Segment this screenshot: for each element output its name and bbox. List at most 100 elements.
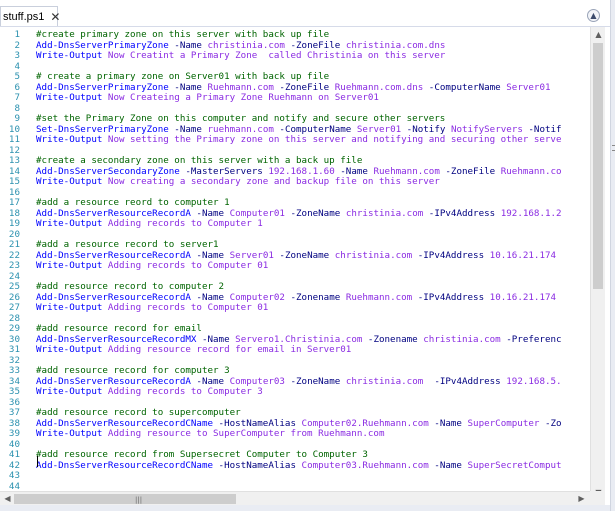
text-cursor — [37, 456, 38, 467]
code-token-text: Computer02 — [229, 291, 291, 303]
code-token-cmd: Write-Output — [36, 428, 108, 439]
code-text: Write-Output Now setting the Primary zon… — [36, 134, 562, 146]
code-token-text: Adding records to Computer 01 — [107, 260, 269, 271]
scroll-grip-icon: ||| — [135, 496, 143, 504]
code-token-cmd: Add-DnsServerResourceRecordCName — [36, 459, 219, 471]
code-token-text: Server01 — [506, 81, 551, 93]
code-token-text: christinia.com — [334, 249, 418, 261]
code-line[interactable]: 11 Write-Output Now setting the Primary z… — [0, 134, 589, 146]
code-token-comment: #add resource record for email — [36, 323, 202, 334]
code-token-param: -Zonename — [367, 333, 424, 345]
code-token-text: Server01 — [229, 249, 280, 261]
line-number: 43 — [8, 470, 20, 481]
code-text: Write-Output Adding records to Computer … — [36, 302, 269, 314]
right-pane-edge — [610, 0, 615, 511]
line-number: 39 — [8, 428, 20, 439]
code-token-param: -Name — [196, 375, 230, 387]
chevron-up-icon[interactable]: ▲ — [587, 9, 600, 22]
code-token-param: -Name — [196, 249, 230, 261]
code-token-cmd: Add-DnsServerResourceRecordA — [36, 207, 197, 219]
code-token-param: -ComputerName — [279, 123, 357, 135]
code-token-param: -Name — [174, 39, 208, 51]
code-token-param: -Zo — [544, 417, 562, 429]
code-token-param: -Notify — [406, 123, 451, 135]
code-token-param: -Zonename — [290, 291, 346, 303]
line-number: 44 — [8, 480, 20, 489]
vertical-scrollbar[interactable]: ▲ ▼ — [590, 27, 605, 500]
code-token-param: -Name — [174, 123, 208, 135]
code-token-param: -Name — [434, 459, 468, 471]
code-line[interactable]: 19 Write-Output Adding records to Compute… — [0, 218, 589, 230]
code-token-comment: #add a resource reord to computer 1 — [36, 197, 230, 208]
code-token-param: -IPv4Address — [417, 291, 490, 303]
line-number: 13 — [8, 155, 20, 166]
code-token-text: christinia.com.dns — [345, 39, 446, 51]
code-text: Write-Output Adding resource to SuperCom… — [36, 428, 385, 440]
code-line[interactable]: 43 — [0, 470, 589, 482]
code-token-text: Now Creatint a Primary Zone called Chris… — [107, 50, 446, 61]
scroll-up-icon[interactable]: ▲ — [591, 27, 606, 42]
code-token-param: -MasterServers — [185, 165, 269, 177]
script-editor[interactable]: 1 #create primary zone on this server wit… — [0, 27, 589, 489]
code-token-param: -IPv4Address — [434, 375, 507, 387]
code-line[interactable]: 7 Write-Output Now Createing a Primary Zo… — [0, 92, 589, 104]
code-line[interactable]: 35 Write-Output Adding records to Compute… — [0, 386, 589, 398]
code-line[interactable]: 31 Write-Output Adding resource record fo… — [0, 344, 589, 356]
horizontal-scrollbar[interactable]: ◀ ||| ▶ — [0, 491, 590, 505]
line-number: 5 — [14, 71, 20, 82]
code-token-text: 192.168.1.60 — [268, 165, 341, 177]
code-token-cmd: Write-Output — [36, 302, 108, 313]
close-icon[interactable]: ✕ — [50, 10, 60, 24]
code-line[interactable]: 42 Add-DnsServerResourceRecordCName -Host… — [0, 459, 589, 472]
code-token-comment: #add resource record to supercomputer — [36, 407, 241, 418]
tab-stuff-ps1[interactable]: stuff.ps1 ✕ — [0, 6, 60, 26]
code-token-text: Computer03.Ruehmann.com — [301, 459, 435, 471]
line-number: 19 — [8, 218, 20, 229]
code-token-comment: #add resource record to computer 2 — [36, 281, 225, 292]
code-token-text: Server01 — [356, 123, 407, 135]
line-number: 1 — [14, 29, 20, 40]
code-token-param: -Name — [340, 165, 374, 177]
code-token-cmd: Write-Output — [36, 344, 108, 355]
code-token-text: 192.168.5. — [506, 375, 562, 387]
code-token-text: Servero1.Christinia.com — [235, 333, 368, 345]
code-line[interactable]: 3 Write-Output Now Creatint a Primary Zon… — [0, 50, 589, 62]
code-token-text: Now creating a secondary zone and backup… — [107, 176, 440, 187]
code-token-param: -IPv4Address — [417, 249, 490, 261]
horizontal-scroll-thumb[interactable]: ||| — [14, 494, 236, 504]
code-token-text: christinia.com — [345, 207, 429, 219]
code-token-param: -ZoneName — [290, 207, 346, 219]
code-token-cmd: Set-DnsServerPrimaryZone — [36, 123, 175, 135]
code-text: Write-Output Adding records to Computer … — [36, 218, 263, 230]
code-token-text: Ruehmann.com.dns — [334, 81, 429, 93]
code-token-text: NotifyServers — [450, 123, 529, 135]
code-token-param: -Notif — [528, 123, 562, 135]
code-token-param: -ZoneName — [290, 375, 346, 387]
vertical-scroll-thumb[interactable] — [593, 43, 603, 289]
code-line[interactable]: 39 Write-Output Adding resource to SuperC… — [0, 428, 589, 440]
code-token-comment: #create primary zone on this server with… — [36, 29, 330, 40]
code-token-cmd: Add-DnsServerResourceRecordA — [36, 291, 197, 303]
code-token-param: -Preferenc — [506, 333, 562, 345]
line-number: 23 — [8, 260, 20, 271]
code-token-param: -ZoneName — [279, 249, 335, 261]
code-line[interactable]: 23 Write-Output Adding records to Compute… — [0, 260, 589, 272]
code-token-param: -Name — [174, 81, 208, 93]
code-text: Write-Output Adding records to Computer … — [36, 260, 269, 272]
code-token-text: 192.168.1.2 — [500, 207, 562, 219]
code-token-cmd: Add-DnsServerSecondaryZone — [36, 165, 186, 177]
code-line[interactable]: 27 Write-Output Adding records to Compute… — [0, 302, 589, 314]
code-token-text: Adding resource record for email in Serv… — [107, 344, 352, 355]
line-number: 33 — [8, 365, 20, 376]
code-token-comment: #create a secondary zone on this server … — [36, 155, 363, 166]
code-token-cmd: Write-Output — [36, 134, 108, 145]
code-line[interactable]: 15 Write-Output Now creating a secondary … — [0, 176, 589, 188]
code-token-cmd: Write-Output — [36, 218, 108, 229]
code-text: Write-Output Now Createing a Primary Zon… — [36, 92, 379, 104]
line-number: 25 — [8, 281, 20, 292]
code-line[interactable]: 44 — [0, 480, 589, 489]
scroll-left-icon[interactable]: ◀ — [0, 491, 15, 505]
code-token-param: -ComputerName — [428, 81, 507, 93]
code-token-text: Adding records to Computer 01 — [107, 302, 269, 313]
scroll-right-icon[interactable]: ▶ — [574, 491, 589, 505]
